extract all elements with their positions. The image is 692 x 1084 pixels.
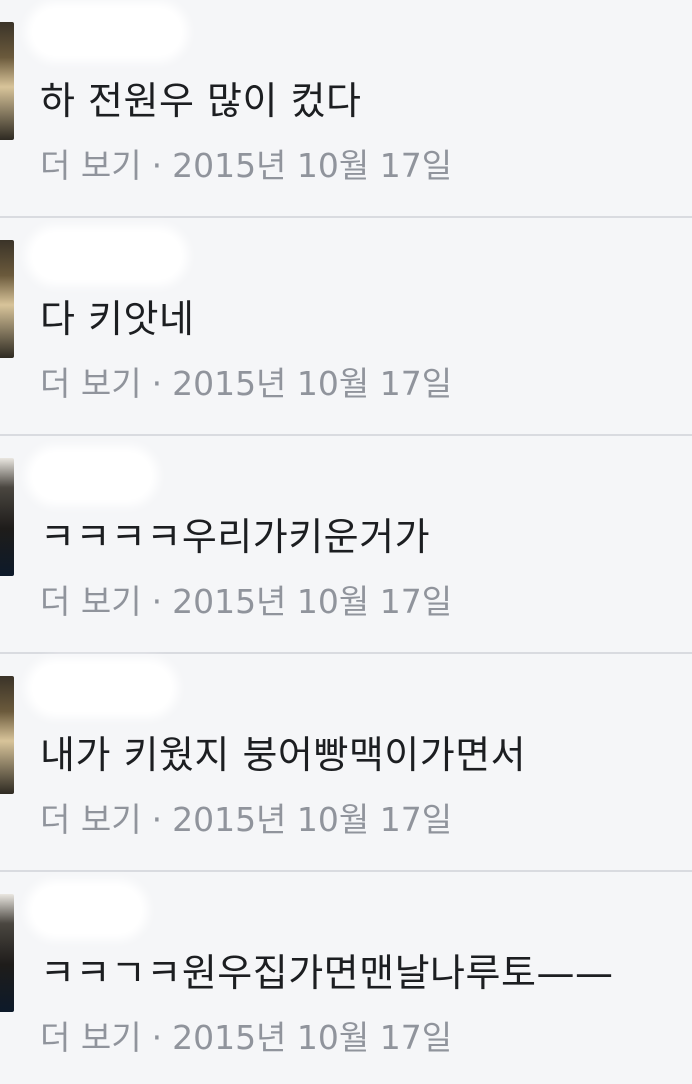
more-link[interactable]: 더 보기 [40,146,142,185]
redacted-author-name [32,232,182,280]
more-link[interactable]: 더 보기 [40,364,142,403]
comment-item: 내가 키웠지 붕어빵맥이가면서 더 보기 · 2015년 10월 17일 [0,654,692,872]
avatar[interactable] [0,676,14,794]
meta-separator: · [151,582,163,621]
redacted-author-name [32,664,172,712]
comment-date[interactable]: 2015년 10월 17일 [172,800,452,839]
avatar[interactable] [0,240,14,358]
redacted-author-name [32,8,182,56]
comment-text: 내가 키웠지 붕어빵맥이가면서 [40,733,527,777]
comment-text: ㅋㅋㅋㅋ우리가키운거가 [40,515,431,559]
more-link[interactable]: 더 보기 [40,800,142,839]
avatar[interactable] [0,22,14,140]
comment-meta: 더 보기 · 2015년 10월 17일 [40,1016,452,1060]
comment-list: 하 전원우 많이 컸다 더 보기 · 2015년 10월 17일 다 키앗네 더 보… [0,0,692,1084]
comment-text: 다 키앗네 [40,297,195,341]
comment-item: ㅋㅋㅋㅋ우리가키운거가 더 보기 · 2015년 10월 17일 [0,436,692,654]
redacted-author-name [32,886,142,934]
comment-meta: 더 보기 · 2015년 10월 17일 [40,362,452,406]
more-link[interactable]: 더 보기 [40,582,142,621]
redacted-author-name [32,452,152,500]
comment-date[interactable]: 2015년 10월 17일 [172,364,452,403]
meta-separator: · [151,364,163,403]
comment-text: ㅋㅋㄱㅋ원우집가면맨날나루토—— [40,951,614,995]
comment-meta: 더 보기 · 2015년 10월 17일 [40,144,452,188]
comment-date[interactable]: 2015년 10월 17일 [172,1018,452,1057]
comment-item: 하 전원우 많이 컸다 더 보기 · 2015년 10월 17일 [0,0,692,218]
comment-text: 하 전원우 많이 컸다 [40,79,362,123]
comment-date[interactable]: 2015년 10월 17일 [172,582,452,621]
meta-separator: · [151,800,163,839]
comment-item: ㅋㅋㄱㅋ원우집가면맨날나루토—— 더 보기 · 2015년 10월 17일 [0,872,692,1082]
comment-meta: 더 보기 · 2015년 10월 17일 [40,798,452,842]
comment-item: 다 키앗네 더 보기 · 2015년 10월 17일 [0,218,692,436]
meta-separator: · [151,146,163,185]
comment-meta: 더 보기 · 2015년 10월 17일 [40,580,452,624]
meta-separator: · [151,1018,163,1057]
avatar[interactable] [0,458,14,576]
comment-date[interactable]: 2015년 10월 17일 [172,146,452,185]
avatar[interactable] [0,894,14,1012]
more-link[interactable]: 더 보기 [40,1018,142,1057]
